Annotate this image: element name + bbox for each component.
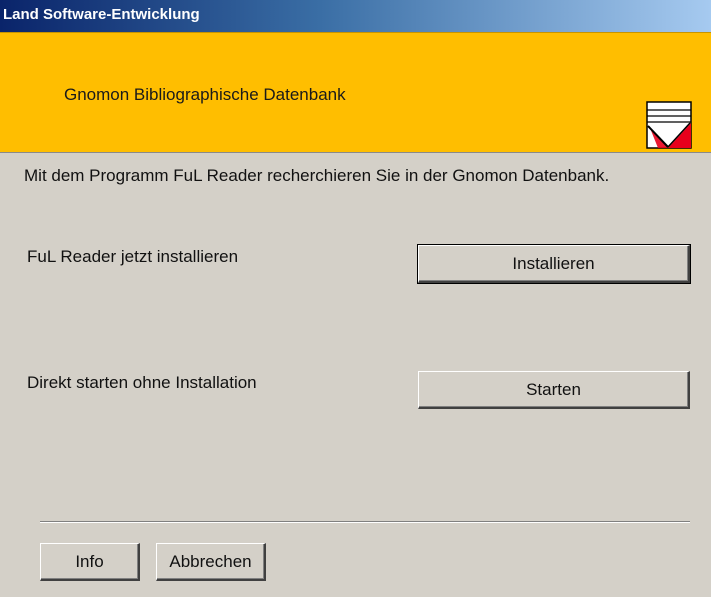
intro-text: Mit dem Programm FuL Reader recherchiere… (24, 166, 610, 185)
install-label: FuL Reader jetzt installieren (27, 247, 239, 266)
window-title: Land Software-Entwicklung (3, 6, 200, 23)
footer-separator (40, 521, 690, 523)
gnomon-logo-icon (646, 101, 692, 149)
install-button[interactable]: Installieren (417, 244, 691, 284)
header-banner: Gnomon Bibliographische Datenbank (0, 32, 711, 153)
window-titlebar[interactable]: Land Software-Entwicklung (0, 0, 711, 32)
start-label: Direkt starten ohne Installation (27, 373, 257, 392)
info-button[interactable]: Info (40, 543, 140, 581)
start-button[interactable]: Starten (418, 371, 690, 409)
banner-title: Gnomon Bibliographische Datenbank (64, 85, 346, 104)
cancel-button[interactable]: Abbrechen (156, 543, 266, 581)
